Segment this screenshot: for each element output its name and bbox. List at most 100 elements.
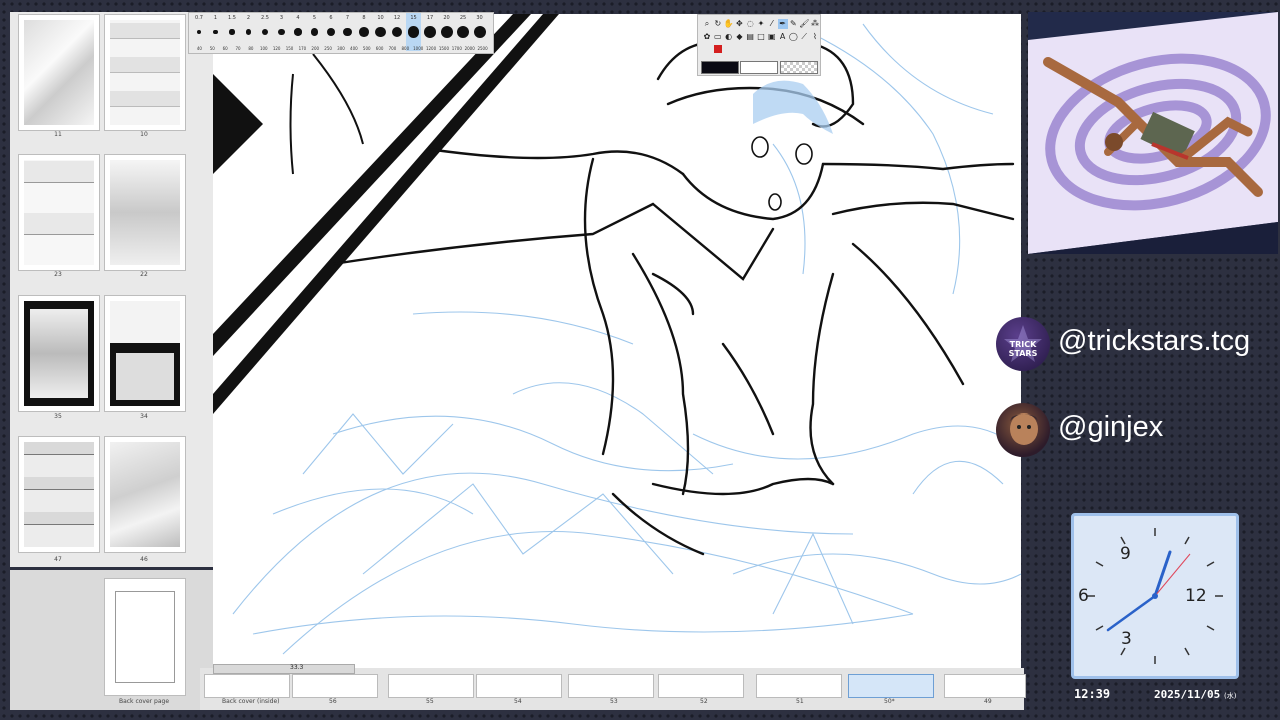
page-thumbnail[interactable] <box>756 674 842 698</box>
brush-size-value: 12 <box>393 15 401 21</box>
brush-size-value: 400 <box>350 46 358 51</box>
brush-size-value: 80 <box>248 46 254 51</box>
brush-size-value: 1 <box>213 15 218 21</box>
brush-size-value: 17 <box>426 15 434 21</box>
brush-size-value: 150 <box>285 46 294 51</box>
transparent-color-swatch[interactable] <box>780 61 818 74</box>
fill-icon[interactable]: ◆ <box>734 32 744 42</box>
brush-size-button[interactable] <box>213 29 218 35</box>
lasso-icon[interactable]: ◌ <box>745 19 755 29</box>
page-thumbnail[interactable] <box>568 674 654 698</box>
pencil-icon[interactable]: ✎ <box>788 19 798 29</box>
page-thumbnail[interactable] <box>18 295 100 412</box>
page-thumbnail[interactable] <box>104 14 186 131</box>
brush-size-button[interactable] <box>343 27 352 37</box>
brush-size-button[interactable] <box>278 28 285 36</box>
zoom-icon[interactable]: ⌕ <box>702 19 712 29</box>
page-thumbnail[interactable] <box>944 674 1026 698</box>
zoom-readout: 33.3 <box>290 664 304 671</box>
brush-size-button[interactable] <box>359 27 369 37</box>
rotate-icon[interactable]: ↻ <box>713 19 723 29</box>
brush-size-value: 170 <box>298 46 307 51</box>
brush-size-button[interactable] <box>310 28 319 36</box>
page-thumbnail[interactable] <box>476 674 562 698</box>
page-thumbnail[interactable] <box>658 674 744 698</box>
brush-size-value: 700 <box>388 46 397 51</box>
brush-size-button[interactable] <box>197 30 201 34</box>
minute-hand <box>1106 594 1157 632</box>
brush-size-palette: 0.7 1 1.5 2 2.5 3 4 5 6 7 8 10 12 15 17 20 25 30 40 50 60 70 8… <box>188 12 494 54</box>
ruler-icon[interactable]: ⟋ <box>799 32 809 42</box>
page-thumbnail[interactable] <box>104 295 186 412</box>
correct-line-icon[interactable]: ⌇ <box>810 32 820 42</box>
page-thumbnail[interactable] <box>18 436 100 553</box>
page-label: 56 <box>329 698 337 705</box>
page-number: 23 <box>54 271 62 278</box>
wand-icon[interactable]: ✦ <box>756 19 766 29</box>
page-thumbnail[interactable] <box>104 154 186 271</box>
brush-size-value: 5 <box>312 15 317 21</box>
brush-size-button[interactable] <box>391 26 403 38</box>
page-thumbnail[interactable] <box>204 674 290 698</box>
brush-icon[interactable]: 🖌 <box>799 19 809 29</box>
balloon-icon[interactable]: ◯ <box>788 32 798 42</box>
brush-size-value: 2 <box>246 15 251 21</box>
red-color-swatch[interactable] <box>714 45 722 53</box>
blend-icon[interactable]: ◐ <box>724 32 734 42</box>
page-thumbnail[interactable] <box>18 154 100 271</box>
page-label: 53 <box>610 698 618 705</box>
brush-size-value: 60 <box>222 46 228 51</box>
clock-numeral: 6 <box>1078 586 1089 606</box>
airbrush-icon[interactable]: ⁂ <box>810 19 820 29</box>
brush-size-button[interactable] <box>326 27 336 37</box>
frame-icon[interactable]: ▣ <box>767 32 777 42</box>
sub-color-swatch[interactable] <box>740 61 778 74</box>
active-page-thumbnail[interactable] <box>848 674 934 698</box>
page-label: 55 <box>426 698 434 705</box>
brush-size-value: 10 <box>377 15 384 21</box>
pen-icon[interactable]: ✒ <box>777 19 788 29</box>
figure-icon[interactable]: □ <box>756 32 766 42</box>
eraser-icon[interactable]: ▭ <box>713 32 723 42</box>
brush-size-value: 100 <box>259 46 268 51</box>
brush-size-button[interactable] <box>407 26 420 38</box>
decoration-icon[interactable]: ✿ <box>702 32 712 42</box>
manga-artwork <box>213 14 1021 655</box>
eyedropper-icon[interactable]: ⁄ <box>767 19 777 29</box>
page-thumbnail[interactable] <box>18 14 100 131</box>
brush-size-value: 25 <box>459 15 467 21</box>
brush-size-button[interactable] <box>261 28 269 36</box>
brush-size-button[interactable] <box>375 26 386 38</box>
main-color-swatch[interactable] <box>701 61 739 74</box>
page-strip: Back cover (inside) 56 55 54 53 52 51 50… <box>200 668 1026 710</box>
page-thumbnail[interactable] <box>104 436 186 553</box>
move-icon[interactable]: ✥ <box>734 19 744 29</box>
brush-size-button[interactable] <box>294 28 302 36</box>
navigator-bar[interactable]: 33.3 <box>213 664 355 674</box>
character-art-overlay <box>1028 12 1278 254</box>
brush-size-value: 800 <box>401 46 410 51</box>
back-cover-thumbnail[interactable] <box>104 578 186 696</box>
page-label: 50* <box>884 698 895 705</box>
brush-size-button[interactable] <box>457 26 469 38</box>
clock-numeral: 12 <box>1185 586 1207 606</box>
text-icon[interactable]: A <box>778 32 788 42</box>
drawing-canvas[interactable] <box>213 14 1021 668</box>
page-thumbnail[interactable] <box>292 674 378 698</box>
brush-size-value: 2500 <box>477 46 488 51</box>
brush-size-value: 600 <box>375 46 384 51</box>
hand-icon[interactable]: ✋ <box>724 19 734 29</box>
page-label: 49 <box>984 698 992 705</box>
brush-size-button[interactable] <box>424 26 436 38</box>
brush-size-value: 7 <box>345 15 350 21</box>
brush-size-button[interactable] <box>229 29 235 35</box>
brush-size-button[interactable] <box>440 26 453 38</box>
brush-size-value: 250 <box>324 46 332 51</box>
brush-size-value: 0.7 <box>195 15 203 21</box>
page-thumbnail[interactable] <box>388 674 474 698</box>
brush-size-button[interactable] <box>473 26 486 38</box>
gradient-icon[interactable]: ▤ <box>745 32 755 42</box>
page-label: 54 <box>514 698 522 705</box>
brush-size-button[interactable] <box>245 29 252 35</box>
page-number: 47 <box>54 556 62 563</box>
